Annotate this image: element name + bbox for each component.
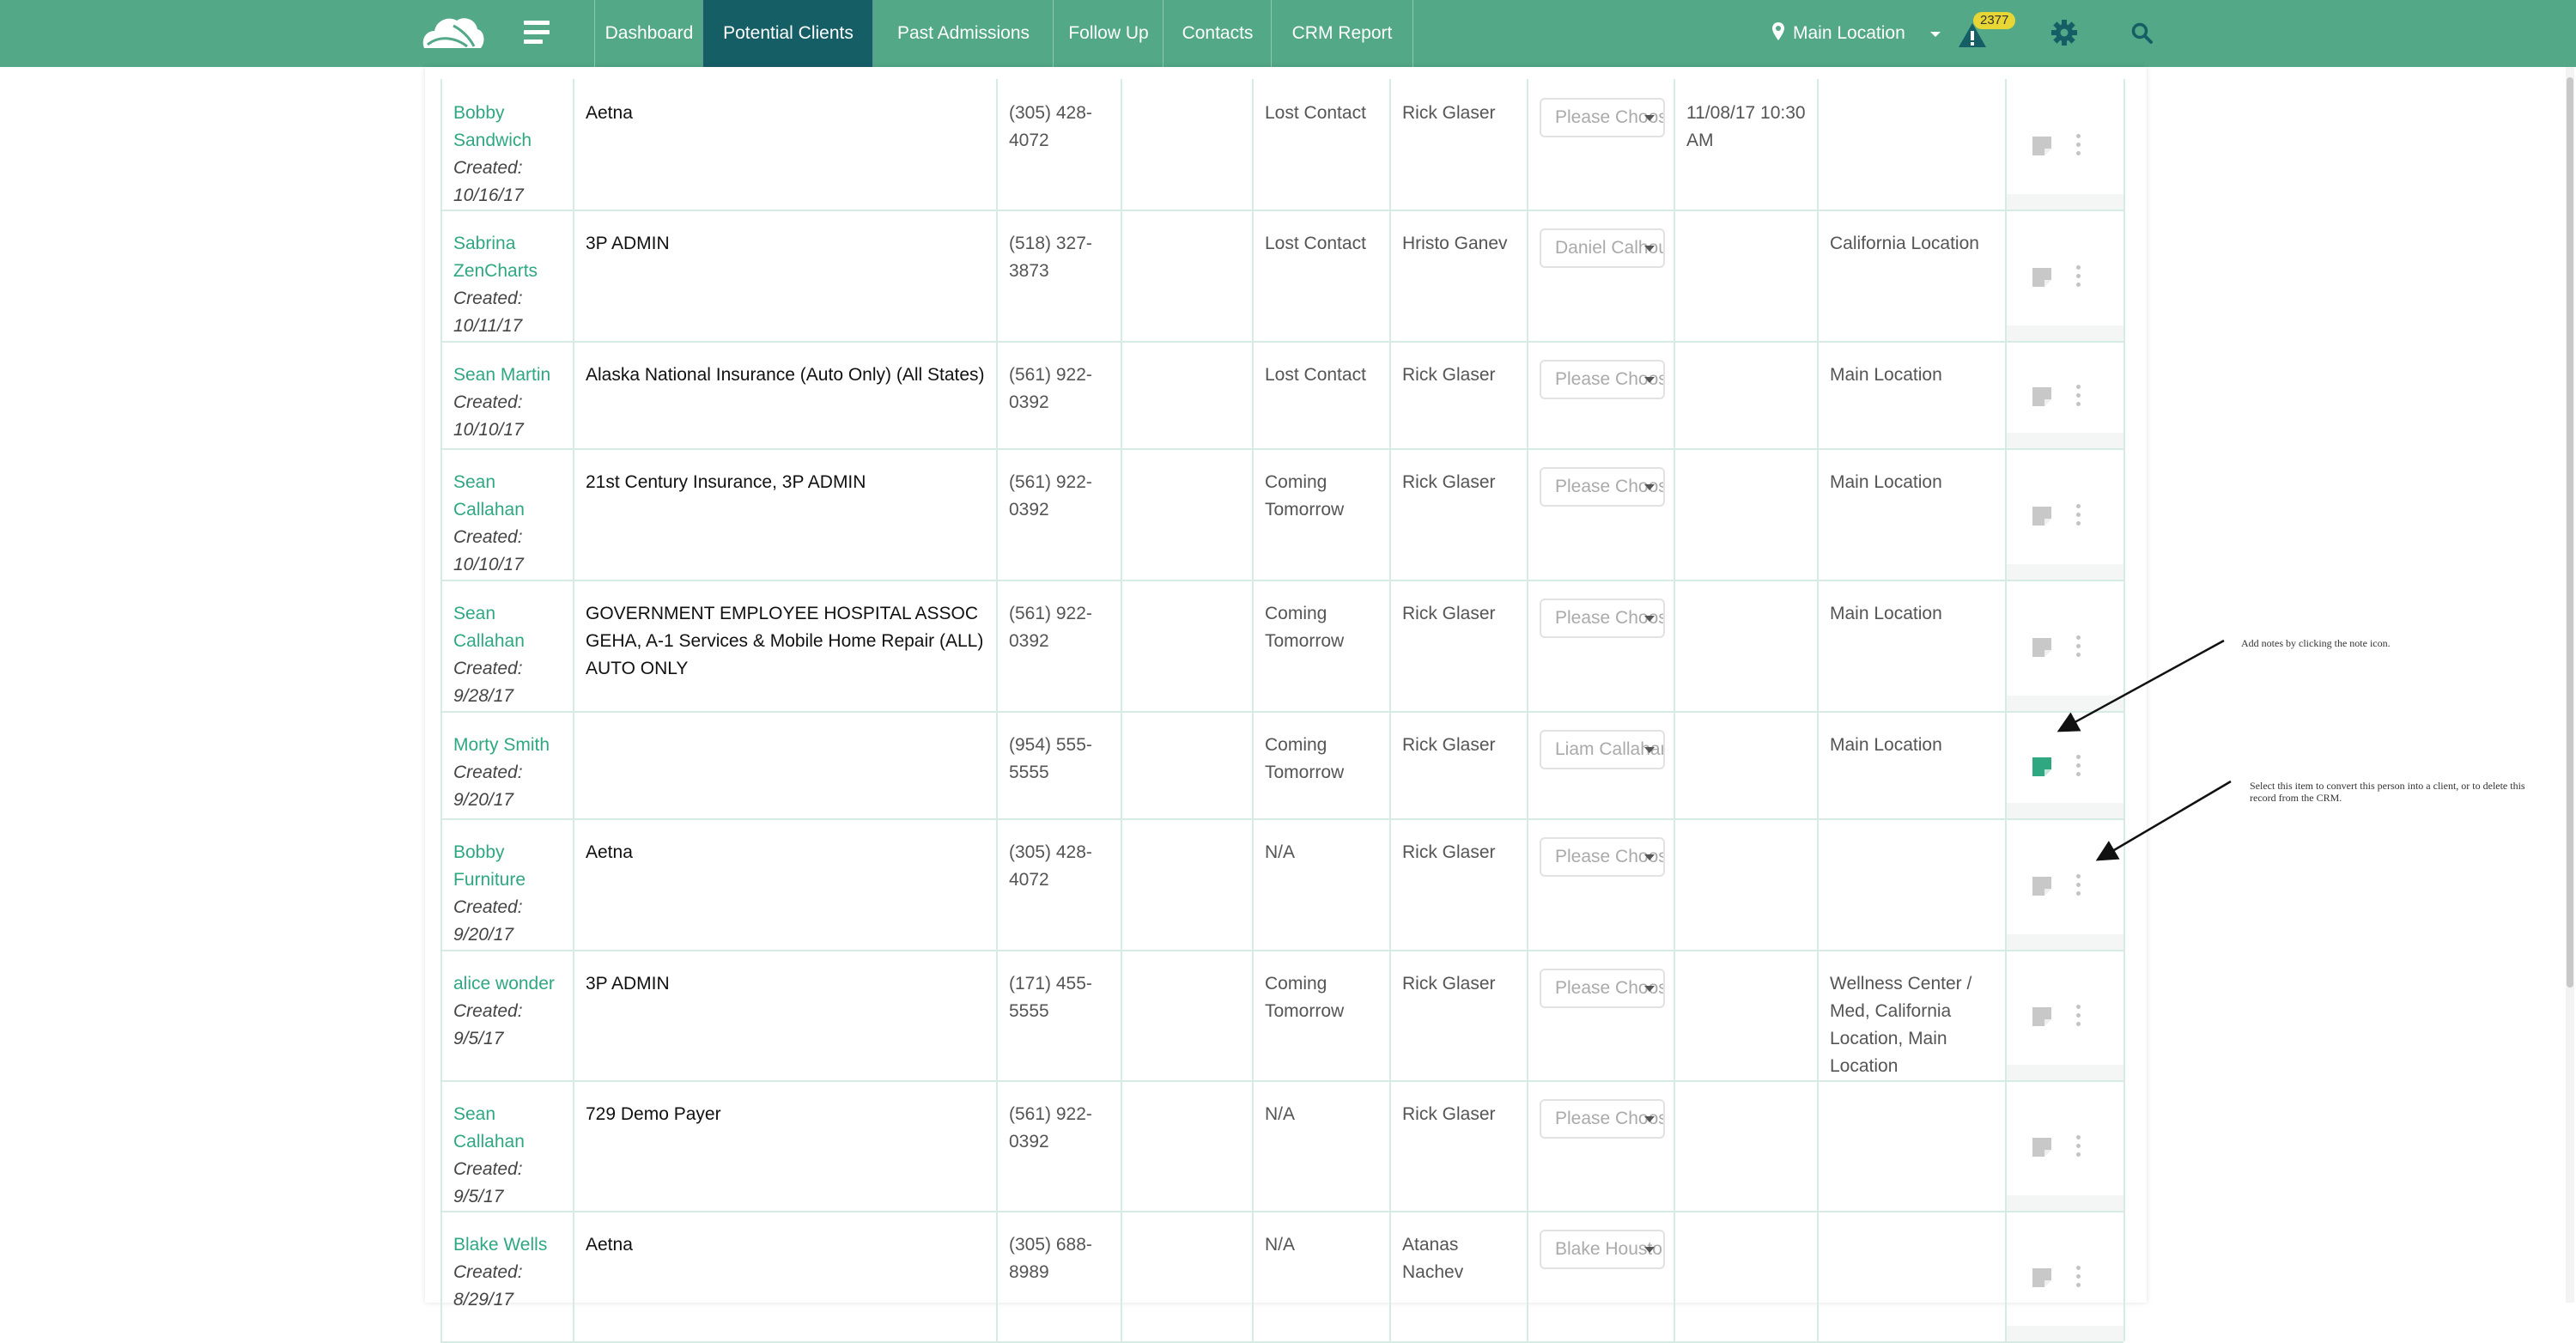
annotation-note-text: Add notes by clicking the note icon.	[2241, 637, 2391, 649]
arrow-to-note-icon	[2057, 639, 2225, 732]
annotation-arrows	[2057, 639, 2232, 861]
annotation-convert-text: Select this item to convert this person …	[2250, 780, 2525, 804]
arrow-to-kebab-menu	[2095, 780, 2232, 861]
